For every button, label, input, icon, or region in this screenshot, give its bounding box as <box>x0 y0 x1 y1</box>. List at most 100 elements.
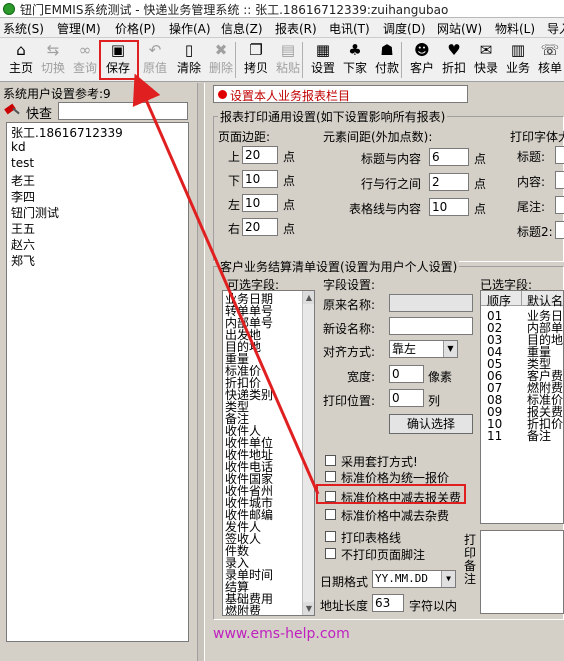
status-label: 设置本人业务报表栏目 <box>230 89 351 103</box>
menu-item[interactable]: 报表(R) <box>275 20 317 37</box>
menu-item[interactable]: 网站(W) <box>437 20 482 37</box>
menu-item[interactable]: 调度(D) <box>383 20 426 37</box>
toolbar-button-restore[interactable]: ↶ 原值 <box>138 40 172 80</box>
menu-item[interactable]: 操作(A) <box>169 20 211 37</box>
binoculars-icon: ∞ <box>78 41 92 59</box>
font-title: 打印字体大 <box>510 130 564 144</box>
quick-search-input[interactable] <box>58 102 188 120</box>
checkbox[interactable] <box>325 548 336 559</box>
font-input[interactable] <box>555 171 564 189</box>
delete-icon: ✖ <box>214 41 228 59</box>
selected-fields-table[interactable]: 顺序 默认名 01 业务日 02 内部单 03 目的地 04 重量 05 类型 06 客户费 07 燃附费… <box>480 290 564 524</box>
toolbar-button-home[interactable]: ⌂ 主页 <box>4 40 38 80</box>
toolbar-label: 切换 <box>40 61 65 75</box>
spacing-label: 表格线与内容 <box>349 202 422 216</box>
toolbar-label: 核单 <box>537 61 562 75</box>
spacing-title: 元素间距(外加点数): <box>323 130 433 144</box>
selected-field-order[interactable]: 11 <box>487 430 502 442</box>
available-fields-scrollbar[interactable]: ▲ ▼ <box>302 291 314 615</box>
margin-input[interactable]: 10 <box>242 194 278 212</box>
pane-splitter[interactable] <box>197 83 205 661</box>
user-list-item[interactable]: kd <box>11 140 26 154</box>
print-pos-input[interactable]: 0 <box>389 389 424 407</box>
font-label: 标题: <box>517 150 546 164</box>
user-list-item[interactable]: test <box>11 156 34 170</box>
user-list-item[interactable]: 赵六 <box>11 236 35 253</box>
quick-entry-icon: ✉ <box>479 41 493 59</box>
toolbar-label: 下家 <box>342 61 367 75</box>
confirm-select-button[interactable]: 确认选择 <box>389 414 473 434</box>
date-format-value: YY.MM.DD <box>375 572 428 585</box>
toolbar-button-settings[interactable]: ▦ 设置 <box>306 40 340 80</box>
toolbar-button-binoculars[interactable]: ∞ 查询 <box>68 40 102 80</box>
scroll-down-icon[interactable]: ▼ <box>303 602 314 615</box>
menu-item[interactable]: 管理(M) <box>57 20 101 37</box>
scroll-up-icon[interactable]: ▲ <box>303 291 314 304</box>
print-note-label: 打印备注 <box>464 533 477 586</box>
user-list[interactable]: 张工.18616712339 kd test 老王 李四 钮门测试 王五 赵六 郑飞 <box>6 122 189 642</box>
toolbar-button-verify[interactable]: ☏ 核单 <box>533 40 564 80</box>
checkbox[interactable] <box>325 509 336 520</box>
user-list-item[interactable]: 郑飞 <box>11 252 35 269</box>
chevron-down-icon[interactable]: ▼ <box>443 341 457 357</box>
selected-field-name[interactable]: 备注 <box>527 430 551 442</box>
toolbar-button-discount[interactable]: ♥ 折扣 <box>437 40 471 80</box>
user-list-item[interactable]: 老王 <box>11 172 35 189</box>
font-input[interactable] <box>555 221 564 239</box>
business-icon: ▥ <box>510 41 526 59</box>
toolbar-label: 清除 <box>176 61 201 75</box>
toolbar-button-delete[interactable]: ✖ 删除 <box>204 40 238 80</box>
checkbox[interactable] <box>325 531 336 542</box>
menu-item[interactable]: 系统(S) <box>3 20 44 37</box>
margin-unit: 点 <box>283 198 296 212</box>
toolbar-button-business[interactable]: ▥ 业务 <box>501 40 535 80</box>
new-name-input[interactable] <box>389 317 473 335</box>
toolbar-button-switch[interactable]: ⇆ 切换 <box>36 40 70 80</box>
spacing-input[interactable]: 10 <box>429 198 469 216</box>
user-list-item[interactable]: 钮门测试 <box>11 204 59 221</box>
width-input[interactable]: 0 <box>389 365 424 383</box>
pin-icon[interactable] <box>4 103 20 118</box>
toolbar-button-paste[interactable]: ▤ 粘贴 <box>271 40 305 80</box>
available-field-item[interactable]: 燃附费 <box>225 605 261 615</box>
toolbar-button-customer[interactable]: ☻ 客户 <box>405 40 439 80</box>
address-len-input[interactable]: 63 <box>372 594 404 612</box>
user-list-item[interactable]: 张工.18616712339 <box>11 124 123 141</box>
font-input[interactable] <box>555 196 564 214</box>
toolbar-button-clear[interactable]: ▯ 清除 <box>172 40 206 80</box>
new-name-label: 新设名称: <box>323 322 376 336</box>
watermark-text: www.ems-help.com <box>213 626 350 642</box>
toolbar: ⌂ 主页 ⇆ 切换 ∞ 查询 ▣ 保存 ↶ 原值 ▯ 清除 ✖ 删除 ❐ 拷贝 ▤ 粘贴 ▦ 设置 ♣ 下家 ☗ 付款 ☻ 客户 ♥… <box>0 38 564 82</box>
menu-item[interactable]: 电讯(T) <box>329 20 370 37</box>
toolbar-button-quick-entry[interactable]: ✉ 快录 <box>469 40 503 80</box>
margin-input[interactable]: 20 <box>242 146 278 164</box>
checkbox[interactable] <box>325 455 336 466</box>
checkbox[interactable] <box>325 471 336 482</box>
print-pos-label: 打印位置: <box>323 394 376 408</box>
date-format-select[interactable]: YY.MM.DD ▼ <box>372 570 456 588</box>
menu-item[interactable]: 价格(P) <box>115 20 156 37</box>
user-list-item[interactable]: 王五 <box>11 220 35 237</box>
margin-input[interactable]: 20 <box>242 218 278 236</box>
menu-item[interactable]: 信息(Z) <box>221 20 263 37</box>
menu-item[interactable]: 物料(L) <box>495 20 535 37</box>
font-label: 尾注: <box>517 200 546 214</box>
font-label: 内容: <box>517 175 546 189</box>
available-fields-list[interactable]: 业务日期 转单单号 内部单号 出发地 目的地 重量 标准价 折扣价 快递类别 类型 备注 收件人 收件单… <box>222 290 315 616</box>
checkbox-label: 采用套打方式! <box>341 455 418 469</box>
print-note-box[interactable] <box>480 530 564 614</box>
menu-item[interactable]: 导入 <box>547 20 564 37</box>
toolbar-button-payment[interactable]: ☗ 付款 <box>370 40 404 80</box>
save-highlight-box <box>99 40 139 80</box>
font-input[interactable] <box>555 146 564 164</box>
toolbar-button-downstream[interactable]: ♣ 下家 <box>338 40 372 80</box>
spacing-input[interactable]: 6 <box>429 148 469 166</box>
toolbar-button-copy[interactable]: ❐ 拷贝 <box>239 40 273 80</box>
spacing-input[interactable]: 2 <box>429 173 469 191</box>
align-select[interactable]: 靠左 ▼ <box>389 340 458 358</box>
margin-input[interactable]: 10 <box>242 170 278 188</box>
chevron-down-icon[interactable]: ▼ <box>441 571 455 587</box>
spacing-label: 行与行之间 <box>361 177 422 191</box>
user-list-item[interactable]: 李四 <box>11 188 35 205</box>
customer-icon: ☻ <box>414 41 430 59</box>
